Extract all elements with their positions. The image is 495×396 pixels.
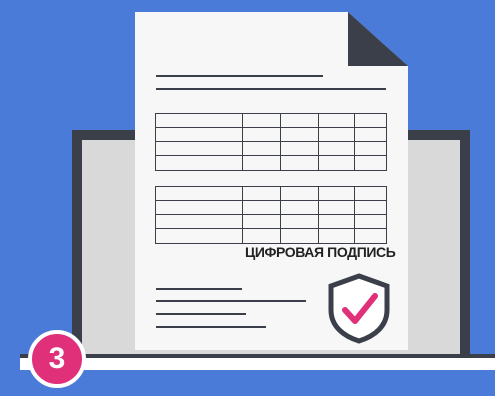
document-text-line — [156, 300, 306, 302]
document-header-line — [156, 88, 386, 90]
document-table — [155, 186, 387, 244]
document-text-line — [156, 326, 266, 328]
document-header-line — [156, 75, 323, 77]
document-table — [155, 113, 387, 171]
step-badge: 3 — [28, 330, 86, 388]
shield-check-icon — [328, 273, 390, 344]
signature-label: ЦИФРОВАЯ ПОДПИСЬ — [245, 244, 396, 260]
document-text-line — [156, 288, 242, 290]
document-corner-fold — [348, 12, 408, 66]
document-text-line — [156, 313, 246, 315]
laptop-base — [20, 354, 495, 370]
